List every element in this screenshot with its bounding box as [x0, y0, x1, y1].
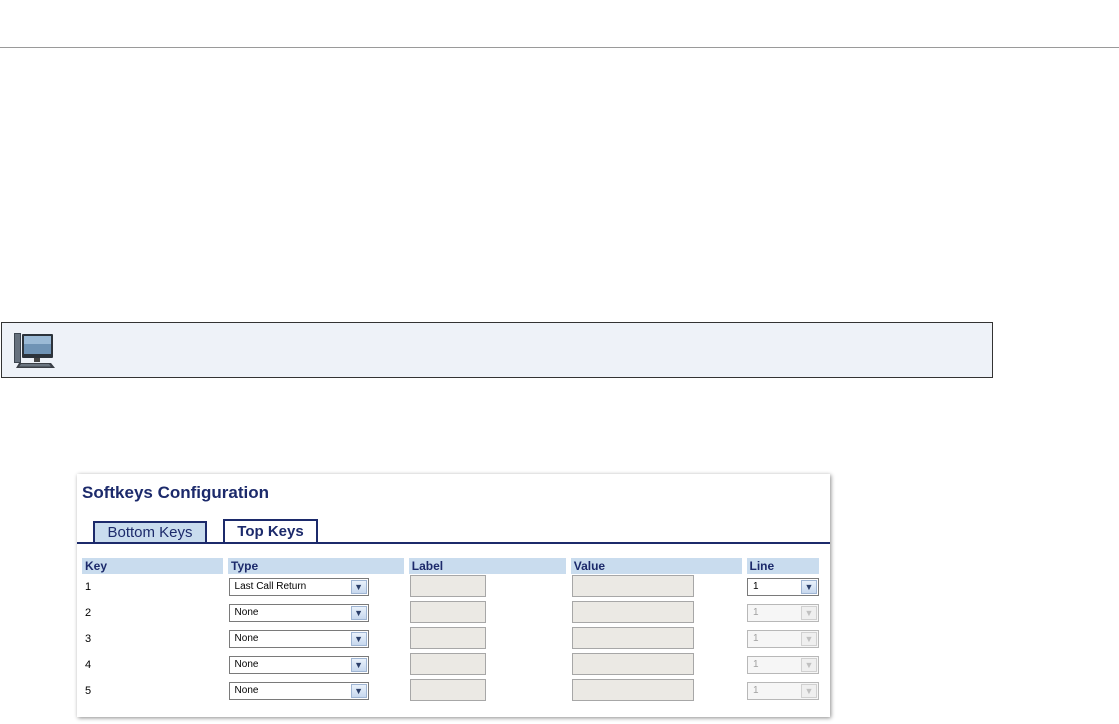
chevron-down-icon[interactable]: ▼: [350, 658, 367, 672]
label-input[interactable]: [410, 678, 487, 701]
label-input[interactable]: [410, 652, 487, 675]
chevron-down-icon[interactable]: ▼: [350, 580, 367, 594]
value-input[interactable]: [572, 678, 695, 701]
column-header-value: Value: [568, 558, 747, 574]
chevron-down-icon[interactable]: ▼: [350, 606, 367, 620]
type-select-value: None: [234, 607, 259, 618]
softkeys-table: Key Type Label Value Line 1 Last Call Re…: [82, 558, 819, 704]
type-select[interactable]: None ▼: [228, 630, 369, 648]
chevron-down-icon: ▼: [801, 606, 817, 620]
type-select-value: None: [234, 659, 259, 670]
chevron-down-icon[interactable]: ▼: [801, 580, 817, 594]
column-header-label: Label: [406, 558, 571, 574]
column-header-line: Line: [744, 558, 819, 574]
chevron-down-icon[interactable]: ▼: [350, 632, 367, 646]
type-select-value: Last Call Return: [234, 581, 307, 592]
line-select-value: 1: [753, 685, 759, 696]
type-select[interactable]: None ▼: [228, 682, 369, 700]
key-number: 4: [85, 659, 92, 671]
type-select[interactable]: None ▼: [228, 656, 369, 674]
key-number: 3: [85, 633, 92, 645]
line-select-value: 1: [753, 607, 759, 618]
page-title: Softkeys Configuration: [82, 483, 270, 502]
chevron-down-icon[interactable]: ▼: [350, 684, 367, 698]
key-number: 5: [85, 685, 92, 697]
table-row: 4 None ▼ 1 ▼: [82, 652, 819, 678]
value-input[interactable]: [572, 574, 695, 597]
label-input[interactable]: [410, 626, 487, 649]
chevron-down-icon: ▼: [801, 632, 817, 646]
chevron-down-icon: ▼: [801, 658, 817, 672]
line-select: 1 ▼: [747, 630, 819, 648]
web-ui-banner: [1, 322, 993, 378]
tab-bottom-keys[interactable]: Bottom Keys: [93, 521, 207, 543]
page-header-rule: [0, 47, 1119, 48]
type-select[interactable]: None ▼: [228, 604, 369, 622]
value-input[interactable]: [572, 626, 695, 649]
key-number: 1: [85, 581, 92, 593]
chevron-down-icon: ▼: [801, 684, 817, 698]
tab-divider: [77, 542, 830, 544]
type-select-value: None: [234, 685, 259, 696]
tab-top-keys[interactable]: Top Keys: [223, 519, 318, 544]
table-row: 3 None ▼ 1 ▼: [82, 626, 819, 652]
table-row: 1 Last Call Return ▼ 1 ▼: [82, 574, 819, 600]
value-input[interactable]: [572, 652, 695, 675]
label-input[interactable]: [410, 600, 487, 623]
line-select-value: 1: [753, 659, 759, 670]
type-select-value: None: [234, 633, 259, 644]
column-header-key: Key: [82, 558, 229, 574]
key-number: 2: [85, 607, 92, 619]
line-select: 1 ▼: [747, 604, 819, 622]
softkeys-configuration-panel: Softkeys Configuration Bottom Keys Top K…: [77, 474, 830, 717]
line-select-value: 1: [753, 633, 759, 644]
line-select[interactable]: 1 ▼: [747, 578, 819, 596]
table-row: 2 None ▼ 1 ▼: [82, 600, 819, 626]
type-select[interactable]: Last Call Return ▼: [228, 578, 369, 596]
line-select-value: 1: [753, 581, 759, 592]
table-header-row: Key Type Label Value Line: [82, 558, 819, 574]
line-select: 1 ▼: [747, 656, 819, 674]
table-row: 5 None ▼ 1 ▼: [82, 678, 819, 704]
value-input[interactable]: [572, 600, 695, 623]
column-header-type: Type: [225, 558, 409, 574]
computer-icon: [14, 333, 55, 368]
line-select: 1 ▼: [747, 682, 819, 700]
label-input[interactable]: [410, 574, 487, 597]
